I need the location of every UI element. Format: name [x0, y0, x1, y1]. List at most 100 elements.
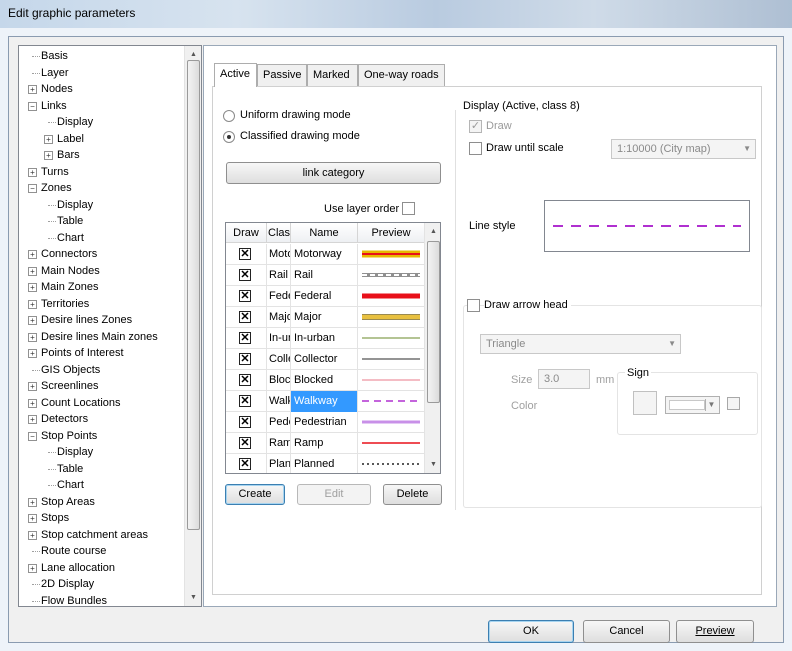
tree-item[interactable]: + Main Nodes — [19, 263, 186, 279]
preview-button[interactable]: Preview — [676, 620, 754, 643]
tree-item[interactable]: − Links — [19, 98, 186, 114]
table-row[interactable]: ✕ MotorwayMotorway — [226, 244, 425, 265]
tree-item[interactable]: + Desire lines Zones — [19, 312, 186, 328]
expand-icon[interactable]: + — [28, 316, 37, 325]
name-cell[interactable]: Planned — [291, 454, 358, 473]
cancel-button[interactable]: Cancel — [583, 620, 670, 643]
expand-icon[interactable]: + — [28, 382, 37, 391]
draw-checkbox-icon[interactable]: ✕ — [239, 458, 251, 470]
table-row[interactable]: ✕ PedestrianPedestrian — [226, 412, 425, 433]
draw-cell[interactable]: ✕ — [226, 328, 267, 349]
scroll-up-icon[interactable]: ▲ — [425, 223, 440, 240]
draw-cell[interactable]: ✕ — [226, 286, 267, 307]
expand-icon[interactable]: + — [28, 283, 37, 292]
draw-checkbox[interactable]: ✓ — [469, 120, 482, 133]
scroll-down-icon[interactable]: ▼ — [425, 456, 440, 473]
collapse-icon[interactable]: − — [28, 101, 37, 111]
expand-icon[interactable]: + — [28, 85, 37, 94]
draw-arrow-head-checkbox[interactable] — [467, 299, 480, 312]
expand-icon[interactable]: + — [28, 250, 37, 259]
tree-item[interactable]: + Connectors — [19, 246, 186, 262]
tree-item[interactable]: Display — [19, 444, 186, 460]
tree-item[interactable]: + Stops — [19, 510, 186, 526]
grid-scrollbar[interactable]: ▲ ▼ — [424, 223, 440, 473]
name-cell[interactable]: Major — [291, 307, 358, 328]
scale-combo[interactable]: 1:10000 (City map) ▼ — [611, 139, 756, 159]
expand-icon[interactable]: + — [28, 349, 37, 358]
draw-cell[interactable]: ✕ — [226, 391, 267, 412]
category-tree[interactable]: Basis Layer + Nodes − Links Display + Label + Bars… — [18, 45, 202, 607]
tree-item[interactable]: + Stop catchment areas — [19, 527, 186, 543]
tree-item[interactable]: GIS Objects — [19, 362, 186, 378]
draw-checkbox-icon[interactable]: ✕ — [239, 416, 251, 428]
sign-combo[interactable]: ▼ — [665, 396, 720, 414]
draw-checkbox-icon[interactable]: ✕ — [239, 437, 251, 449]
table-row[interactable]: ✕ MajorMajor — [226, 307, 425, 328]
expand-icon[interactable]: + — [28, 415, 37, 424]
name-cell[interactable]: Walkway — [291, 391, 358, 412]
link-category-button[interactable]: link category — [226, 162, 441, 184]
name-cell[interactable]: Blocked — [291, 370, 358, 391]
collapse-icon[interactable]: − — [28, 431, 37, 441]
name-cell[interactable]: Motorway — [291, 244, 358, 265]
table-row[interactable]: ✕ Rail Rail — [226, 265, 425, 286]
tab-passive[interactable]: Passive — [257, 64, 307, 86]
tree-scrollbar[interactable]: ▲ ▼ — [184, 46, 201, 606]
tree-item[interactable]: − Stop Points — [19, 428, 186, 444]
table-row[interactable]: ✕ RampRamp — [226, 433, 425, 454]
draw-cell[interactable]: ✕ — [226, 307, 267, 328]
draw-checkbox-icon[interactable]: ✕ — [239, 374, 251, 386]
expand-icon[interactable]: + — [28, 398, 37, 408]
scroll-down-icon[interactable]: ▼ — [185, 589, 201, 606]
draw-cell[interactable]: ✕ — [226, 454, 267, 473]
expand-icon[interactable]: + — [28, 514, 37, 523]
tree-item[interactable]: + Stop Areas — [19, 494, 186, 510]
draw-cell[interactable]: ✕ — [226, 412, 267, 433]
col-name-header[interactable]: Name — [291, 223, 358, 243]
tree-item[interactable]: Display — [19, 114, 186, 130]
expand-icon[interactable]: + — [28, 497, 37, 507]
expand-icon[interactable]: + — [28, 563, 37, 573]
collapse-icon[interactable]: − — [28, 184, 37, 193]
draw-checkbox-icon[interactable]: ✕ — [239, 311, 251, 323]
tree-item[interactable]: Table — [19, 461, 186, 477]
table-row[interactable]: ✕ PlannedPlanned — [226, 454, 425, 473]
name-cell[interactable]: Collector — [291, 349, 358, 370]
tree-item[interactable]: Table — [19, 213, 186, 229]
expand-icon[interactable]: + — [44, 151, 53, 160]
tree-item[interactable]: + Count Locations — [19, 395, 186, 411]
draw-checkbox-icon[interactable]: ✕ — [239, 269, 251, 281]
draw-checkbox-icon[interactable]: ✕ — [239, 395, 251, 407]
tree-item[interactable]: Layer — [19, 65, 186, 81]
table-row[interactable]: ✕ FederalFederal — [226, 286, 425, 307]
table-row[interactable]: ✕ WalkwayWalkway — [226, 391, 425, 412]
size-input[interactable]: 3.0 — [538, 369, 590, 389]
tree-item[interactable]: + Territories — [19, 296, 186, 312]
draw-cell[interactable]: ✕ — [226, 349, 267, 370]
tree-item[interactable]: + Screenlines — [19, 378, 186, 394]
table-row[interactable]: ✕ In-urbanIn-urban — [226, 328, 425, 349]
draw-cell[interactable]: ✕ — [226, 370, 267, 391]
col-class-header[interactable]: Class — [267, 223, 291, 243]
col-draw-header[interactable]: Draw — [226, 223, 267, 243]
delete-button[interactable]: Delete — [383, 484, 442, 505]
draw-until-scale-checkbox[interactable] — [469, 142, 482, 155]
scroll-thumb[interactable] — [187, 60, 200, 530]
tree-item[interactable]: + Main Zones — [19, 279, 186, 295]
tree-item[interactable]: + Detectors — [19, 411, 186, 427]
tree-item[interactable]: + Turns — [19, 164, 186, 180]
draw-cell[interactable]: ✕ — [226, 244, 267, 265]
draw-cell[interactable]: ✕ — [226, 433, 267, 454]
tree-item[interactable]: + Nodes — [19, 81, 186, 97]
tab-active[interactable]: Active — [214, 63, 257, 87]
arrow-shape-combo[interactable]: Triangle ▼ — [480, 334, 681, 354]
tree-item[interactable]: Flow Bundles — [19, 593, 186, 606]
draw-cell[interactable]: ✕ — [226, 265, 267, 286]
name-cell[interactable]: Pedestrian — [291, 412, 358, 433]
tree-item[interactable]: + Lane allocation — [19, 560, 186, 576]
name-cell[interactable]: Rail — [291, 265, 358, 286]
expand-icon[interactable]: + — [28, 530, 37, 540]
tab-marked[interactable]: Marked — [307, 64, 358, 86]
tree-item[interactable]: − Zones — [19, 180, 186, 196]
tree-item[interactable]: Basis — [19, 48, 186, 64]
